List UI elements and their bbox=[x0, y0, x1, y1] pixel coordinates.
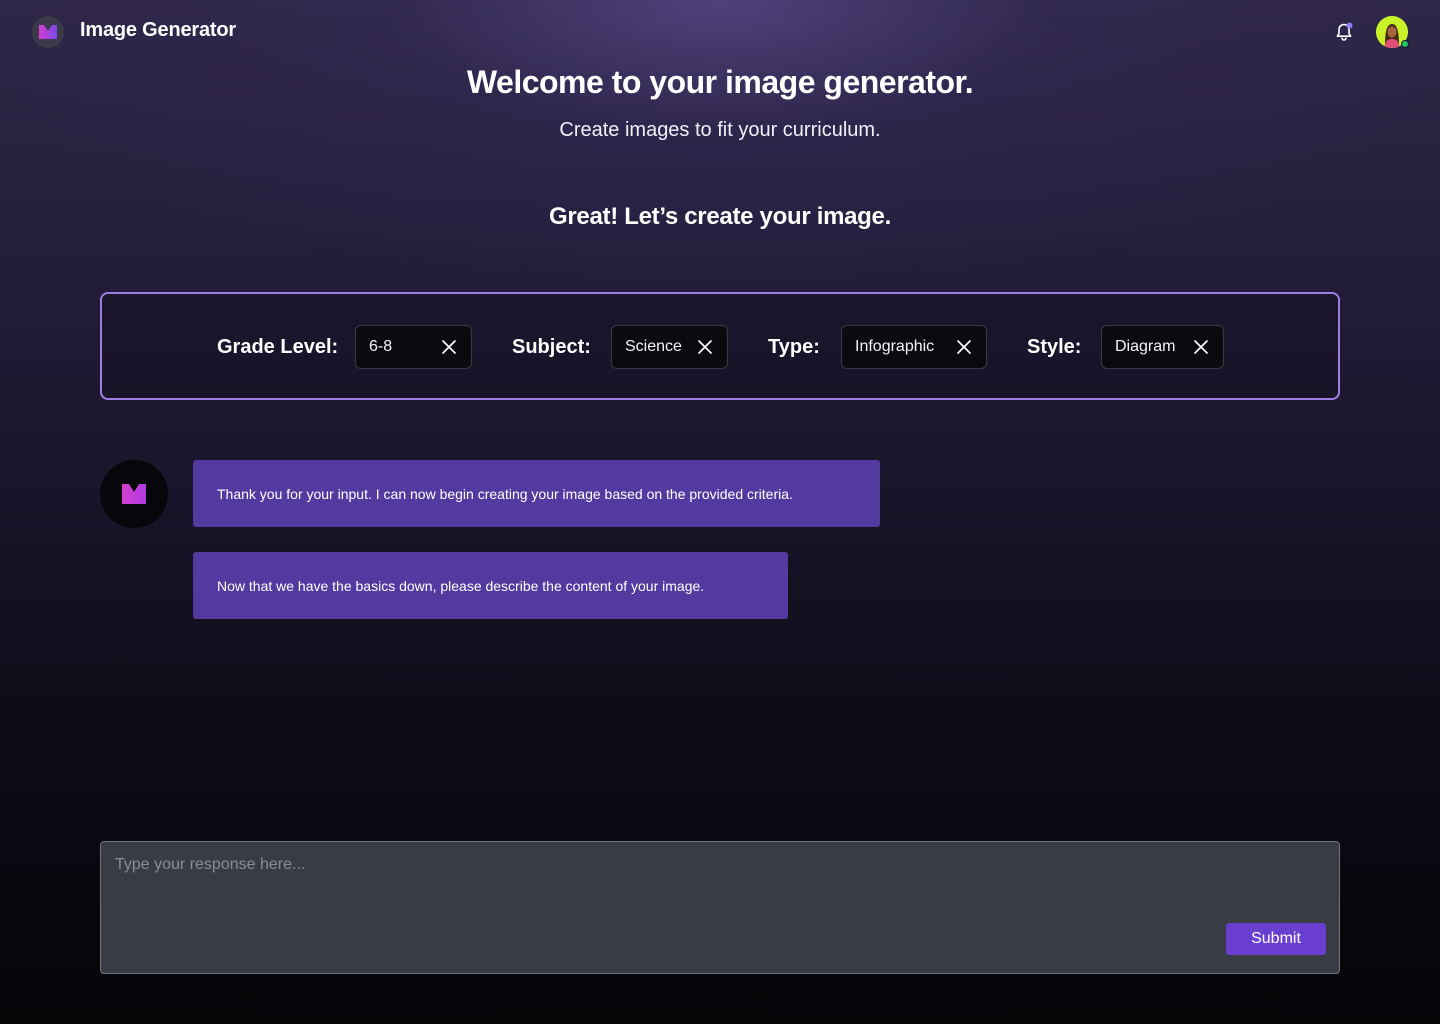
close-icon[interactable] bbox=[1192, 338, 1210, 356]
type-chip[interactable]: Infographic bbox=[841, 325, 987, 369]
close-icon[interactable] bbox=[696, 338, 714, 356]
online-status-dot bbox=[1401, 40, 1409, 48]
style-value: Diagram bbox=[1115, 338, 1176, 355]
style-chip[interactable]: Diagram bbox=[1101, 325, 1224, 369]
page-title: Welcome to your image generator. bbox=[466, 64, 974, 100]
m-logo-icon bbox=[122, 484, 146, 504]
close-icon[interactable] bbox=[955, 338, 973, 356]
grade-level-chip[interactable]: 6-8 bbox=[355, 325, 472, 369]
style-label: Style: bbox=[1027, 336, 1082, 358]
subject-label: Subject: bbox=[512, 336, 591, 358]
response-input[interactable] bbox=[101, 842, 1339, 973]
bell-icon[interactable] bbox=[1333, 21, 1355, 43]
submit-button[interactable]: Submit bbox=[1226, 923, 1326, 955]
chat-message: Thank you for your input. I can now begi… bbox=[193, 460, 880, 527]
notification-dot bbox=[1346, 22, 1353, 29]
criteria-bar: Grade Level: 6-8 Subject: Science Type: … bbox=[100, 292, 1340, 400]
user-avatar[interactable] bbox=[1376, 16, 1409, 48]
app-title: Image Generator bbox=[80, 19, 236, 41]
subject-chip[interactable]: Science bbox=[611, 325, 728, 369]
response-box bbox=[100, 841, 1340, 974]
section-title: Great! Let’s create your image. bbox=[549, 203, 891, 230]
assistant-avatar bbox=[100, 460, 168, 528]
page-subtitle: Create images to fit your curriculum. bbox=[559, 119, 881, 141]
chat-message: Now that we have the basics down, please… bbox=[193, 552, 788, 619]
grade-level-value: 6-8 bbox=[369, 338, 393, 355]
grade-level-label: Grade Level: bbox=[217, 336, 339, 358]
type-label: Type: bbox=[768, 336, 820, 358]
m-logo-icon bbox=[39, 25, 57, 39]
type-value: Infographic bbox=[855, 338, 935, 355]
close-icon[interactable] bbox=[440, 338, 458, 356]
app-logo[interactable] bbox=[32, 16, 64, 48]
subject-value: Science bbox=[625, 338, 682, 355]
